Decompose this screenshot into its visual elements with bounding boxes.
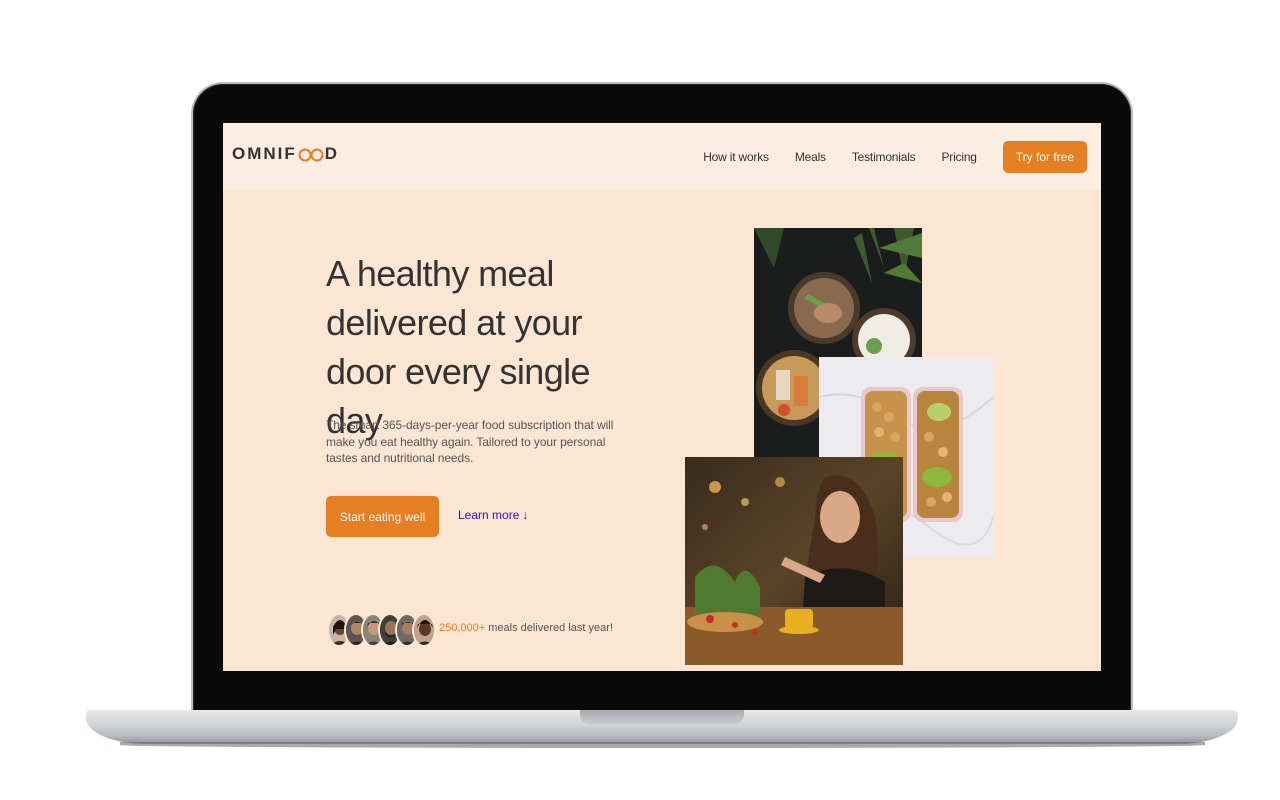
learn-more-link[interactable]: Learn more ↓ [458, 508, 528, 522]
nav-meals[interactable]: Meals [795, 150, 826, 164]
nav-pricing[interactable]: Pricing [941, 150, 976, 164]
delivered-meals-text: 250,000+ meals delivered last year! [439, 622, 613, 634]
main-nav: How it works Meals Testimonials Pricing … [677, 123, 1087, 190]
arrow-down-icon: ↓ [522, 508, 529, 522]
delivered-meals: 250,000+ meals delivered last year! [327, 613, 613, 647]
customer-avatar [412, 613, 436, 647]
logo[interactable]: OMNIF D [232, 144, 339, 164]
nav-testimonials[interactable]: Testimonials [852, 150, 916, 164]
infinity-icon [298, 147, 324, 162]
laptop-notch [580, 710, 744, 724]
woman-eating-image [685, 457, 903, 665]
logo-text-right: D [324, 144, 340, 163]
laptop-shadow [120, 742, 1205, 748]
start-eating-well-button[interactable]: Start eating well [326, 496, 439, 537]
nav-how-it-works[interactable]: How it works [703, 150, 769, 164]
laptop-screen: OMNIF D How it works Meals Testimonials … [223, 123, 1101, 671]
try-for-free-button[interactable]: Try for free [1002, 140, 1087, 173]
learn-more-label: Learn more [458, 508, 520, 522]
delivered-meals-label: meals delivered last year! [485, 622, 613, 634]
hero-description: The smart 365-days-per-year food subscri… [326, 418, 614, 465]
hero-title: A healthy meal delivered at your door ev… [326, 253, 591, 441]
logo-text-left: OMNIF [232, 144, 297, 163]
delivered-meals-count: 250,000+ [439, 622, 486, 634]
site-header: OMNIF D How it works Meals Testimonials … [223, 123, 1101, 190]
